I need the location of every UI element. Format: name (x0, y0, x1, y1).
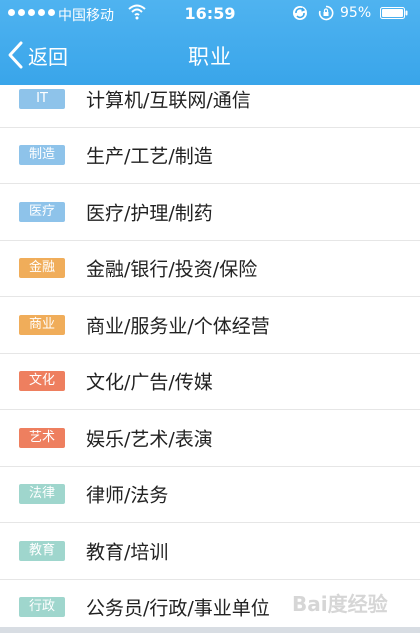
watermark-logo: Bai度经验 (292, 592, 388, 616)
battery-percent: 95% (340, 5, 372, 21)
item-label: 医疗/护理/制药 (86, 202, 213, 225)
status-bar: 中国移动 16:59 95% (0, 0, 420, 28)
app-screen: 中国移动 16:59 95% 返回 职业 IT 计算机/互联网/通信 制造 生产… (0, 0, 420, 633)
list-item[interactable]: 商业 商业/服务业/个体经营 (0, 297, 420, 354)
category-tag: 法律 (19, 484, 65, 505)
list-item[interactable]: 金融 金融/银行/投资/保险 (0, 241, 420, 297)
sync-icon (293, 6, 307, 20)
category-tag: 商业 (19, 314, 65, 335)
occupation-list: IT 计算机/互联网/通信 制造 生产/工艺/制造 医疗 医疗/护理/制药 金融… (0, 71, 420, 633)
item-label: 娱乐/艺术/表演 (86, 428, 213, 451)
category-tag: IT (19, 88, 65, 109)
nav-bar: 返回 职业 (0, 28, 420, 83)
rotation-lock-icon (318, 5, 334, 21)
page-title: 职业 (188, 45, 232, 69)
item-label: 教育/培训 (86, 541, 169, 564)
list-item[interactable]: 医疗 医疗/护理/制药 (0, 184, 420, 241)
category-tag: 医疗 (19, 201, 65, 222)
category-tag: 艺术 (19, 427, 65, 448)
battery-icon (380, 7, 408, 19)
item-label: 金融/银行/投资/保险 (86, 258, 258, 281)
item-label: 公务员/行政/事业单位 (86, 597, 270, 620)
list-item[interactable]: 艺术 娱乐/艺术/表演 (0, 410, 420, 467)
item-label: 生产/工艺/制造 (86, 145, 213, 168)
category-tag: 制造 (19, 145, 65, 166)
header: 中国移动 16:59 95% 返回 职业 (0, 0, 420, 85)
item-label: 律师/法务 (86, 484, 169, 507)
item-label: 计算机/互联网/通信 (86, 89, 251, 112)
list-item[interactable]: 文化 文化/广告/传媒 (0, 354, 420, 410)
list-item[interactable]: 法律 律师/法务 (0, 467, 420, 523)
category-tag: 教育 (19, 540, 65, 561)
bottom-divider (0, 627, 420, 633)
item-label: 商业/服务业/个体经营 (86, 315, 270, 338)
item-label: 文化/广告/传媒 (86, 371, 213, 394)
category-tag: 文化 (19, 371, 65, 392)
category-tag: 金融 (19, 258, 65, 279)
category-tag: 行政 (19, 597, 65, 618)
list-item[interactable]: 制造 生产/工艺/制造 (0, 128, 420, 184)
list-item[interactable]: 教育 教育/培训 (0, 523, 420, 580)
